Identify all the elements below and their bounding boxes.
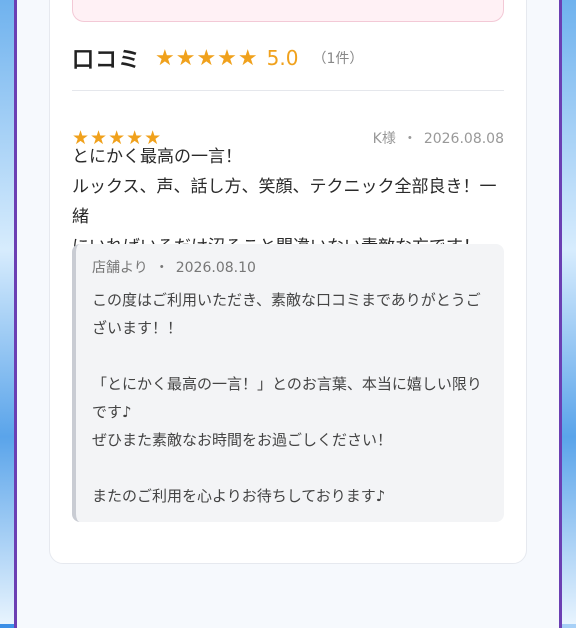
- page-frame: 口コミ ★★★★★ 5.0 （1件） ★★★★★ K様・ 2026.08.08 と…: [14, 0, 562, 628]
- rating-stars-icon: ★★★★★: [155, 45, 259, 71]
- reviews-header: 口コミ ★★★★★ 5.0 （1件）: [72, 41, 363, 75]
- reviews-card: 口コミ ★★★★★ 5.0 （1件） ★★★★★ K様・ 2026.08.08 と…: [49, 0, 527, 564]
- divider: [72, 90, 504, 91]
- reply-date: 2026.08.10: [175, 260, 256, 276]
- review-line: ルックス、声、話し方、笑顔、テクニック全部良き！一緒: [72, 177, 497, 227]
- reply-header: 店舗より・ 2026.08.10: [92, 258, 488, 278]
- shop-reply: 店舗より・ 2026.08.10 この度はご利用いただき、素敵な口コミまでありがと…: [72, 244, 504, 522]
- background-right: [562, 0, 576, 624]
- reply-separator: ・: [154, 260, 169, 276]
- average-rating: 5.0: [266, 46, 299, 70]
- review-count: （1件）: [312, 51, 364, 67]
- reply-body: この度はご利用いただき、素敵な口コミまでありがとうご ざいます！！ 「とにかく最…: [92, 291, 482, 505]
- reply-from: 店舗より: [92, 260, 148, 276]
- reviews-title: 口コミ: [72, 48, 142, 73]
- previous-section-box: [72, 0, 504, 22]
- review-line: とにかく最高の一言！: [72, 147, 242, 167]
